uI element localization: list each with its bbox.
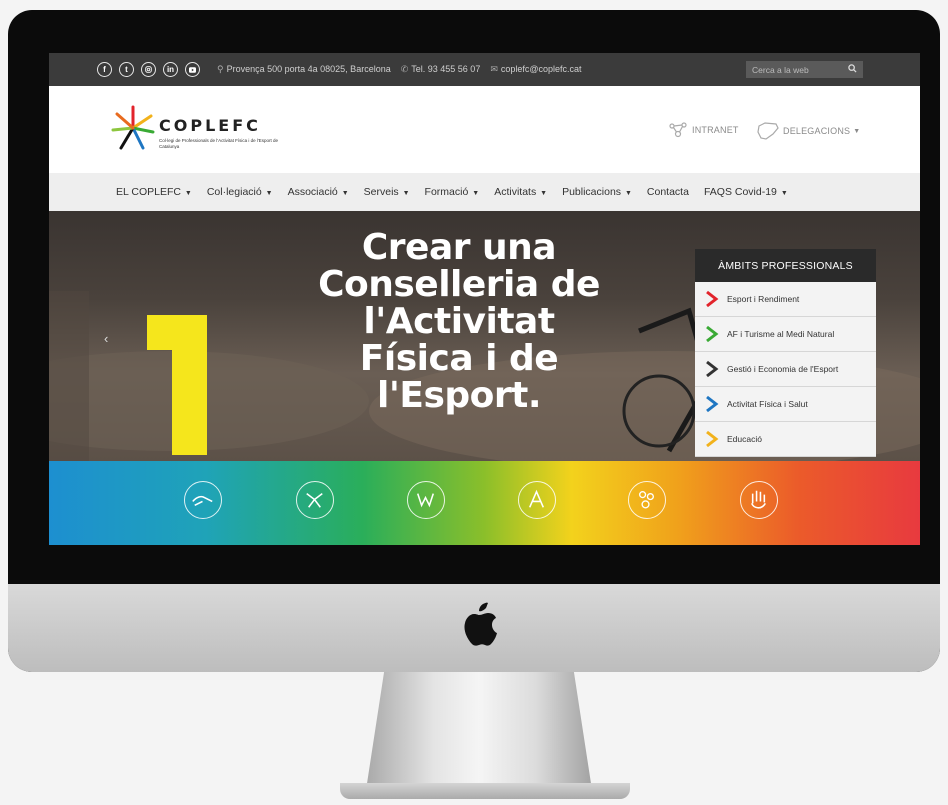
- ambits-icon-band: [49, 461, 920, 545]
- facebook-icon[interactable]: f: [97, 62, 112, 77]
- chevron-down-icon: ▼: [182, 190, 192, 197]
- phone-icon: ✆: [400, 64, 409, 74]
- monitor-base: [340, 783, 630, 799]
- site-header: COPLEFC Col·legi de Professionals de l'A…: [49, 86, 920, 173]
- ambit-af-turisme[interactable]: AF i Turisme al Medi Natural: [695, 317, 876, 352]
- top-bar: f t in ⚲ Provença 500 porta 4a 08025, Bar…: [49, 53, 920, 86]
- twitter-icon[interactable]: t: [119, 62, 134, 77]
- hero-headline: Crear una Conselleria de l'Activitat Fís…: [318, 227, 600, 416]
- nav-item-associacio[interactable]: Associació ▼: [288, 186, 349, 198]
- hero-number-graphic: [147, 315, 207, 455]
- nav-item-serveis[interactable]: Serveis ▼: [364, 186, 410, 198]
- network-icon: [669, 122, 687, 138]
- ambit-esport-rendiment[interactable]: Esport i Rendiment: [695, 282, 876, 317]
- logo-subtitle: Col·legi de Professionals de l'Activitat…: [159, 138, 279, 149]
- ambits-title: ÀMBITS PROFESSIONALS: [695, 249, 876, 282]
- search-input[interactable]: [746, 63, 846, 76]
- chevron-right-icon: [706, 290, 719, 308]
- coplefc-logo[interactable]: COPLEFC Col·legi de Professionals de l'A…: [109, 104, 279, 154]
- address-text: ⚲ Provença 500 porta 4a 08025, Barcelona: [217, 64, 391, 74]
- chevron-right-icon: [706, 395, 719, 413]
- nav-item-el-coplefc[interactable]: EL COPLEFC ▼: [116, 186, 192, 198]
- chevron-right-icon: [706, 430, 719, 448]
- chevron-down-icon: ▼: [339, 190, 349, 197]
- ambit-educacio[interactable]: Educació: [695, 422, 876, 457]
- chevron-down-icon: ▼: [263, 190, 273, 197]
- chevron-right-icon: [706, 360, 719, 378]
- chevron-down-icon: ▼: [623, 190, 632, 197]
- apple-logo-icon: [464, 602, 497, 646]
- nav-item-activitats[interactable]: Activitats ▼: [494, 186, 547, 198]
- delegacions-dropdown[interactable]: DELEGACIONS ▼: [757, 122, 860, 140]
- chevron-down-icon: ▼: [400, 190, 410, 197]
- chevron-right-icon: [706, 325, 719, 343]
- location-pin-icon: ⚲: [217, 64, 224, 74]
- chevron-down-icon: ▼: [470, 190, 480, 197]
- website-screen: f t in ⚲ Provença 500 porta 4a 08025, Bar…: [49, 53, 920, 545]
- nav-item-faqs-covid[interactable]: FAQS Covid-19 ▼: [704, 186, 788, 198]
- intranet-link[interactable]: INTRANET: [668, 122, 739, 138]
- ambit-gestio-economia[interactable]: Gestió i Economia de l'Esport: [695, 352, 876, 387]
- monitor-stand: [366, 672, 592, 790]
- chevron-down-icon: ▼: [853, 127, 861, 135]
- nav-item-contacta[interactable]: Contacta: [647, 186, 689, 198]
- catalonia-map-icon: [757, 122, 779, 140]
- instagram-icon[interactable]: [141, 62, 156, 77]
- ambit-activitat-salut[interactable]: Activitat Física i Salut: [695, 387, 876, 422]
- nav-item-publicacions[interactable]: Publicacions ▼: [562, 186, 632, 198]
- logo-wordmark: COPLEFC: [159, 116, 261, 135]
- phone-link[interactable]: ✆ Tel. 93 455 56 07: [401, 64, 481, 75]
- hand-icon[interactable]: [740, 481, 778, 519]
- main-nav: EL COPLEFC ▼ Col·legiació ▼ Associació ▼…: [49, 173, 920, 211]
- search-box: [746, 61, 863, 78]
- star-logo-icon: [111, 105, 155, 150]
- a-emblem-icon[interactable]: [518, 481, 556, 519]
- nav-item-collegiacio[interactable]: Col·legiació ▼: [207, 186, 273, 198]
- people-group-icon[interactable]: [628, 481, 666, 519]
- search-icon[interactable]: [848, 64, 857, 75]
- linkedin-icon[interactable]: in: [163, 62, 178, 77]
- team-hands-icon[interactable]: [296, 481, 334, 519]
- w-emblem-icon[interactable]: [407, 481, 445, 519]
- handshake-icon[interactable]: [184, 481, 222, 519]
- ambits-panel: ÀMBITS PROFESSIONALS Esport i Rendiment …: [695, 249, 876, 460]
- slider-prev-arrow[interactable]: ‹: [104, 331, 108, 346]
- nav-item-formacio[interactable]: Formació ▼: [425, 186, 480, 198]
- chevron-down-icon: ▼: [778, 190, 788, 197]
- email-link[interactable]: ✉ coplefc@coplefc.cat: [490, 64, 581, 75]
- envelope-icon: ✉: [490, 64, 498, 74]
- youtube-icon[interactable]: [185, 62, 200, 77]
- chevron-down-icon: ▼: [538, 190, 548, 197]
